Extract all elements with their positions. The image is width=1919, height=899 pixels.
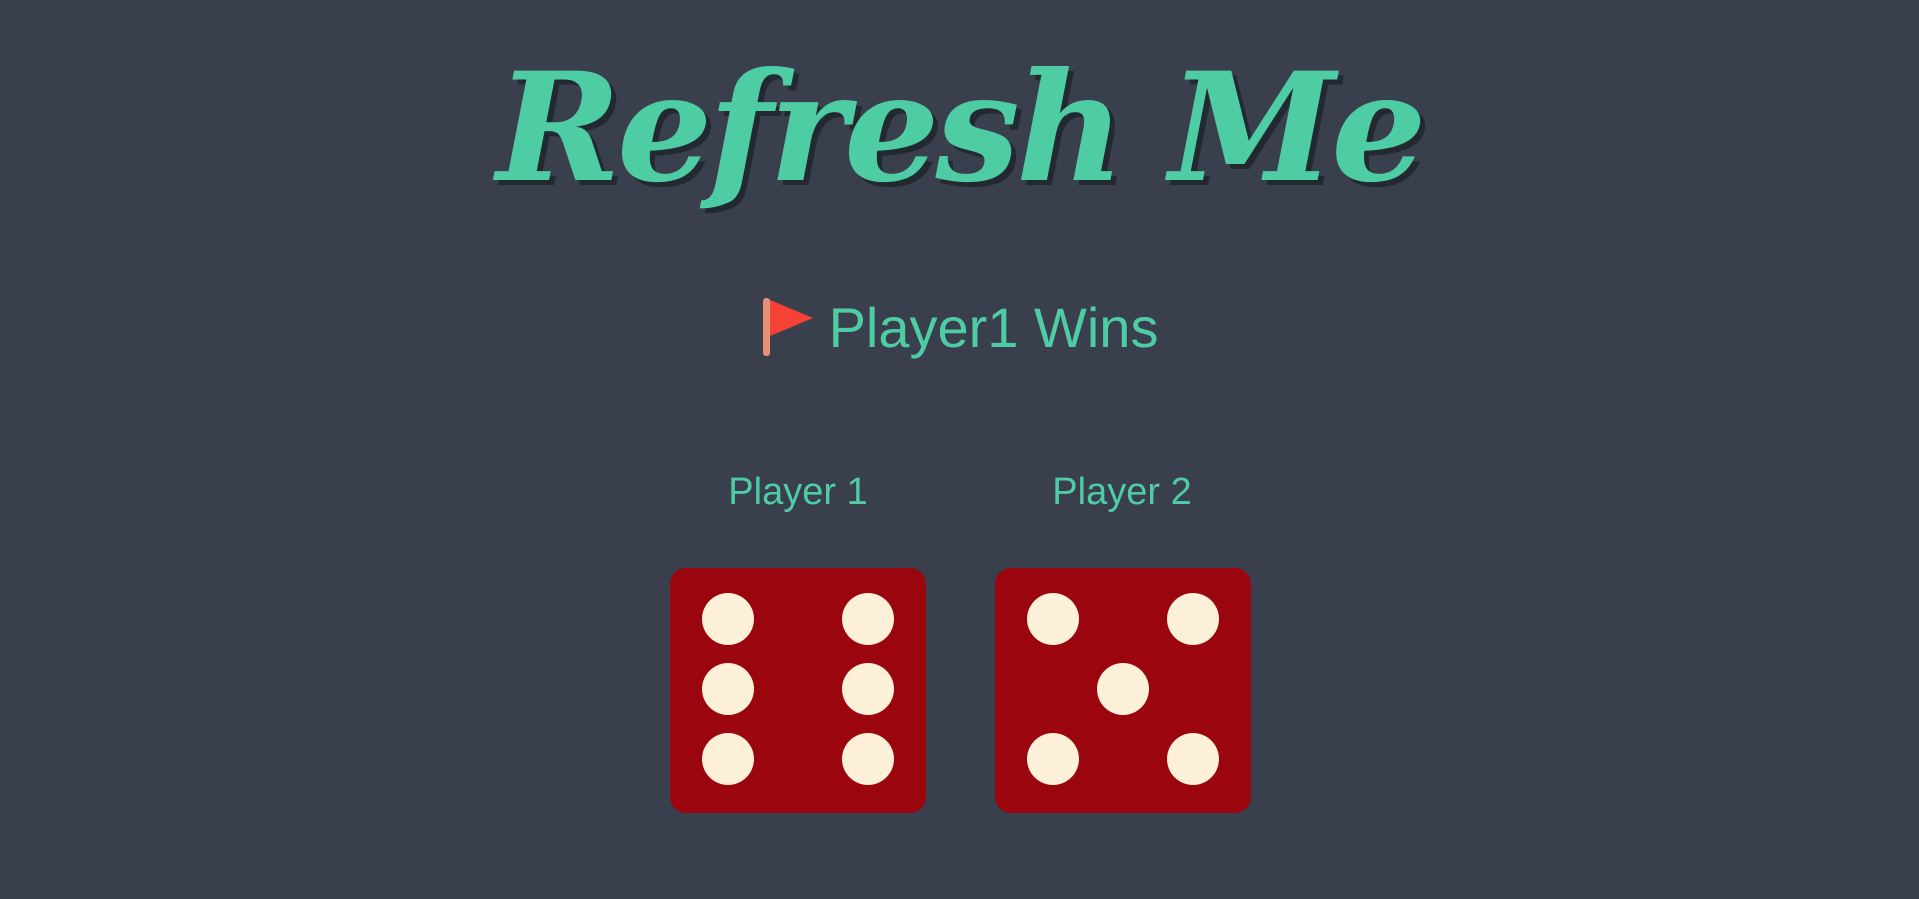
die-pip [1097,663,1149,715]
flag-icon [762,298,813,356]
die-pip [702,733,754,785]
page-title: Refresh Me [496,40,1426,216]
die-pip [1027,733,1079,785]
die-pip [842,593,894,645]
die-pip [702,593,754,645]
result-text: Player1 Wins [828,296,1159,359]
player-1-label: Player 1 [728,471,868,513]
result-banner: Player1 Wins [0,288,1919,368]
game-stage: Refresh Me Player1 Wins Player 1 Player … [0,0,1919,899]
player-1-die [670,568,926,813]
player-2-die [995,568,1251,813]
die-pip [1027,593,1079,645]
die-pip [702,663,754,715]
die-pip [1167,593,1219,645]
die-pip [842,733,894,785]
die-pip [842,663,894,715]
die-pip [1167,733,1219,785]
player-2-label: Player 2 [1052,471,1192,513]
